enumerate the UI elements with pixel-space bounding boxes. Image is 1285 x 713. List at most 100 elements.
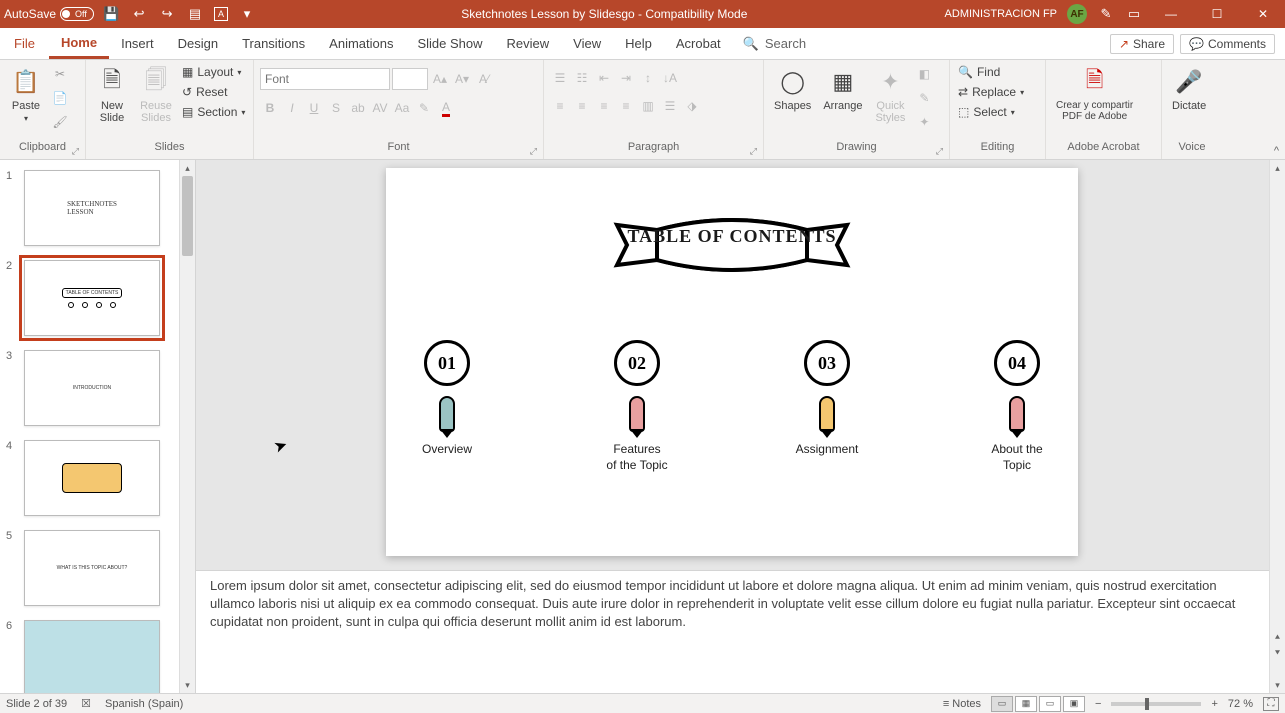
thumbnail-5[interactable]: WHAT IS THIS TOPIC ABOUT?: [24, 530, 160, 606]
arrange-button[interactable]: ▦Arrange: [819, 64, 866, 114]
highlight-icon[interactable]: ✎: [414, 98, 434, 118]
align-left-icon[interactable]: ≡: [550, 96, 570, 116]
next-slide-icon[interactable]: ⯆: [1270, 645, 1285, 661]
new-slide-button[interactable]: 🗎 New Slide: [92, 64, 132, 126]
user-avatar[interactable]: AF: [1067, 4, 1087, 24]
slideshow-view-button[interactable]: ▣: [1063, 696, 1085, 712]
close-button[interactable]: ✕: [1245, 0, 1281, 28]
font-size-input[interactable]: [392, 68, 428, 90]
autosave-control[interactable]: AutoSave Off: [4, 7, 94, 21]
smartart-icon[interactable]: ⬗: [682, 96, 702, 116]
zoom-out-button[interactable]: −: [1095, 698, 1101, 710]
thumbnail-3[interactable]: INTRODUCTION: [24, 350, 160, 426]
italic-button[interactable]: I: [282, 98, 302, 118]
tell-me-search[interactable]: 🔍 Search: [733, 28, 816, 59]
paste-button[interactable]: 📋 Paste ▾: [6, 64, 46, 125]
coming-soon-icon[interactable]: ✎: [1097, 5, 1115, 23]
cut-icon[interactable]: ✂: [50, 64, 70, 84]
quick-styles-button[interactable]: ✦Quick Styles: [870, 64, 910, 126]
zoom-slider[interactable]: [1111, 702, 1201, 706]
notes-pane[interactable]: Lorem ipsum dolor sit amet, consectetur …: [196, 570, 1269, 693]
clipboard-dialog-icon[interactable]: ⤢: [72, 146, 79, 157]
font-dialog-icon[interactable]: ⤢: [530, 146, 537, 157]
comments-button[interactable]: 💬Comments: [1180, 34, 1275, 54]
bullets-icon[interactable]: ☰: [550, 68, 570, 88]
layout-button[interactable]: ▦Layout▾: [180, 64, 243, 80]
tab-insert[interactable]: Insert: [109, 28, 166, 59]
font-box-icon[interactable]: A: [214, 7, 228, 21]
tab-review[interactable]: Review: [495, 28, 562, 59]
collapse-ribbon-icon[interactable]: ^: [1274, 145, 1279, 157]
reset-button[interactable]: ↺Reset: [180, 84, 229, 100]
tab-slideshow[interactable]: Slide Show: [405, 28, 494, 59]
thumbnail-1[interactable]: SKETCHNOTESLESSON: [24, 170, 160, 246]
tab-animations[interactable]: Animations: [317, 28, 405, 59]
line-spacing-icon[interactable]: ↕: [638, 68, 658, 88]
format-painter-icon[interactable]: 🖌: [50, 112, 70, 132]
undo-icon[interactable]: ↩: [130, 5, 148, 23]
scroll-up-icon[interactable]: ▴: [180, 160, 195, 176]
scrollbar-handle[interactable]: [182, 176, 193, 256]
thumbnail-2[interactable]: TABLE OF CONTENTS: [24, 260, 160, 336]
tab-help[interactable]: Help: [613, 28, 664, 59]
maximize-button[interactable]: ☐: [1199, 0, 1235, 28]
bold-button[interactable]: B: [260, 98, 280, 118]
shadow-button[interactable]: ab: [348, 98, 368, 118]
thumbnail-6[interactable]: [24, 620, 160, 693]
align-right-icon[interactable]: ≡: [594, 96, 614, 116]
columns-icon[interactable]: ▥: [638, 96, 658, 116]
shape-effects-icon[interactable]: ✦: [914, 112, 934, 132]
ribbon-display-icon[interactable]: ▭: [1125, 5, 1143, 23]
shape-outline-icon[interactable]: ✎: [914, 88, 934, 108]
autosave-toggle[interactable]: Off: [60, 7, 94, 21]
minimize-button[interactable]: —: [1153, 0, 1189, 28]
justify-icon[interactable]: ≡: [616, 96, 636, 116]
align-text-icon[interactable]: ☰: [660, 96, 680, 116]
increase-indent-icon[interactable]: ⇥: [616, 68, 636, 88]
section-button[interactable]: ▤Section▾: [180, 104, 247, 120]
qat-customize-icon[interactable]: ▾: [238, 5, 256, 23]
find-button[interactable]: 🔍Find: [956, 64, 1002, 80]
change-case-icon[interactable]: Aa: [392, 98, 412, 118]
scroll-down-icon[interactable]: ▾: [180, 677, 195, 693]
tab-home[interactable]: Home: [49, 28, 109, 59]
file-tab[interactable]: File: [0, 28, 49, 59]
paragraph-dialog-icon[interactable]: ⤢: [750, 146, 757, 157]
strike-button[interactable]: S: [326, 98, 346, 118]
shape-fill-icon[interactable]: ◧: [914, 64, 934, 84]
redo-icon[interactable]: ↪: [158, 5, 176, 23]
font-name-input[interactable]: [260, 68, 390, 90]
share-button[interactable]: ↗Share: [1110, 34, 1174, 54]
dictate-button[interactable]: 🎤Dictate: [1168, 64, 1210, 114]
normal-view-button[interactable]: ▭: [991, 696, 1013, 712]
notes-toggle[interactable]: ≡ Notes: [943, 698, 981, 710]
reuse-slides-button[interactable]: 🗐 Reuse Slides: [136, 64, 176, 126]
tab-design[interactable]: Design: [166, 28, 230, 59]
char-spacing-icon[interactable]: AV: [370, 98, 390, 118]
clear-formatting-icon[interactable]: A⁄: [474, 69, 494, 89]
editor-scrollbar[interactable]: ▴ ⯅ ⯆ ▾: [1269, 160, 1285, 693]
language-indicator[interactable]: Spanish (Spain): [105, 698, 183, 710]
accessibility-icon[interactable]: ☒: [81, 697, 91, 710]
text-direction-icon[interactable]: ↓A: [660, 68, 680, 88]
select-button[interactable]: ⬚Select▾: [956, 104, 1017, 120]
scroll-down-icon[interactable]: ▾: [1270, 677, 1285, 693]
slide-canvas[interactable]: TABLE OF CONTENTS 01 Overview 02 Feature…: [386, 168, 1078, 556]
copy-icon[interactable]: 📄: [50, 88, 70, 108]
tab-transitions[interactable]: Transitions: [230, 28, 317, 59]
thumbnail-scrollbar[interactable]: ▴ ▾: [179, 160, 195, 693]
font-color-icon[interactable]: A: [436, 98, 456, 118]
thumbnail-4[interactable]: [24, 440, 160, 516]
save-icon[interactable]: 💾: [102, 5, 120, 23]
tab-acrobat[interactable]: Acrobat: [664, 28, 733, 59]
increase-font-icon[interactable]: A▴: [430, 69, 450, 89]
shapes-button[interactable]: ◯Shapes: [770, 64, 815, 114]
fit-to-window-button[interactable]: ⛶: [1263, 697, 1279, 711]
align-center-icon[interactable]: ≡: [572, 96, 592, 116]
tab-view[interactable]: View: [561, 28, 613, 59]
scroll-up-icon[interactable]: ▴: [1270, 160, 1285, 176]
replace-button[interactable]: ⇄Replace▾: [956, 84, 1026, 100]
decrease-font-icon[interactable]: A▾: [452, 69, 472, 89]
slide-indicator[interactable]: Slide 2 of 39: [6, 698, 67, 710]
underline-button[interactable]: U: [304, 98, 324, 118]
